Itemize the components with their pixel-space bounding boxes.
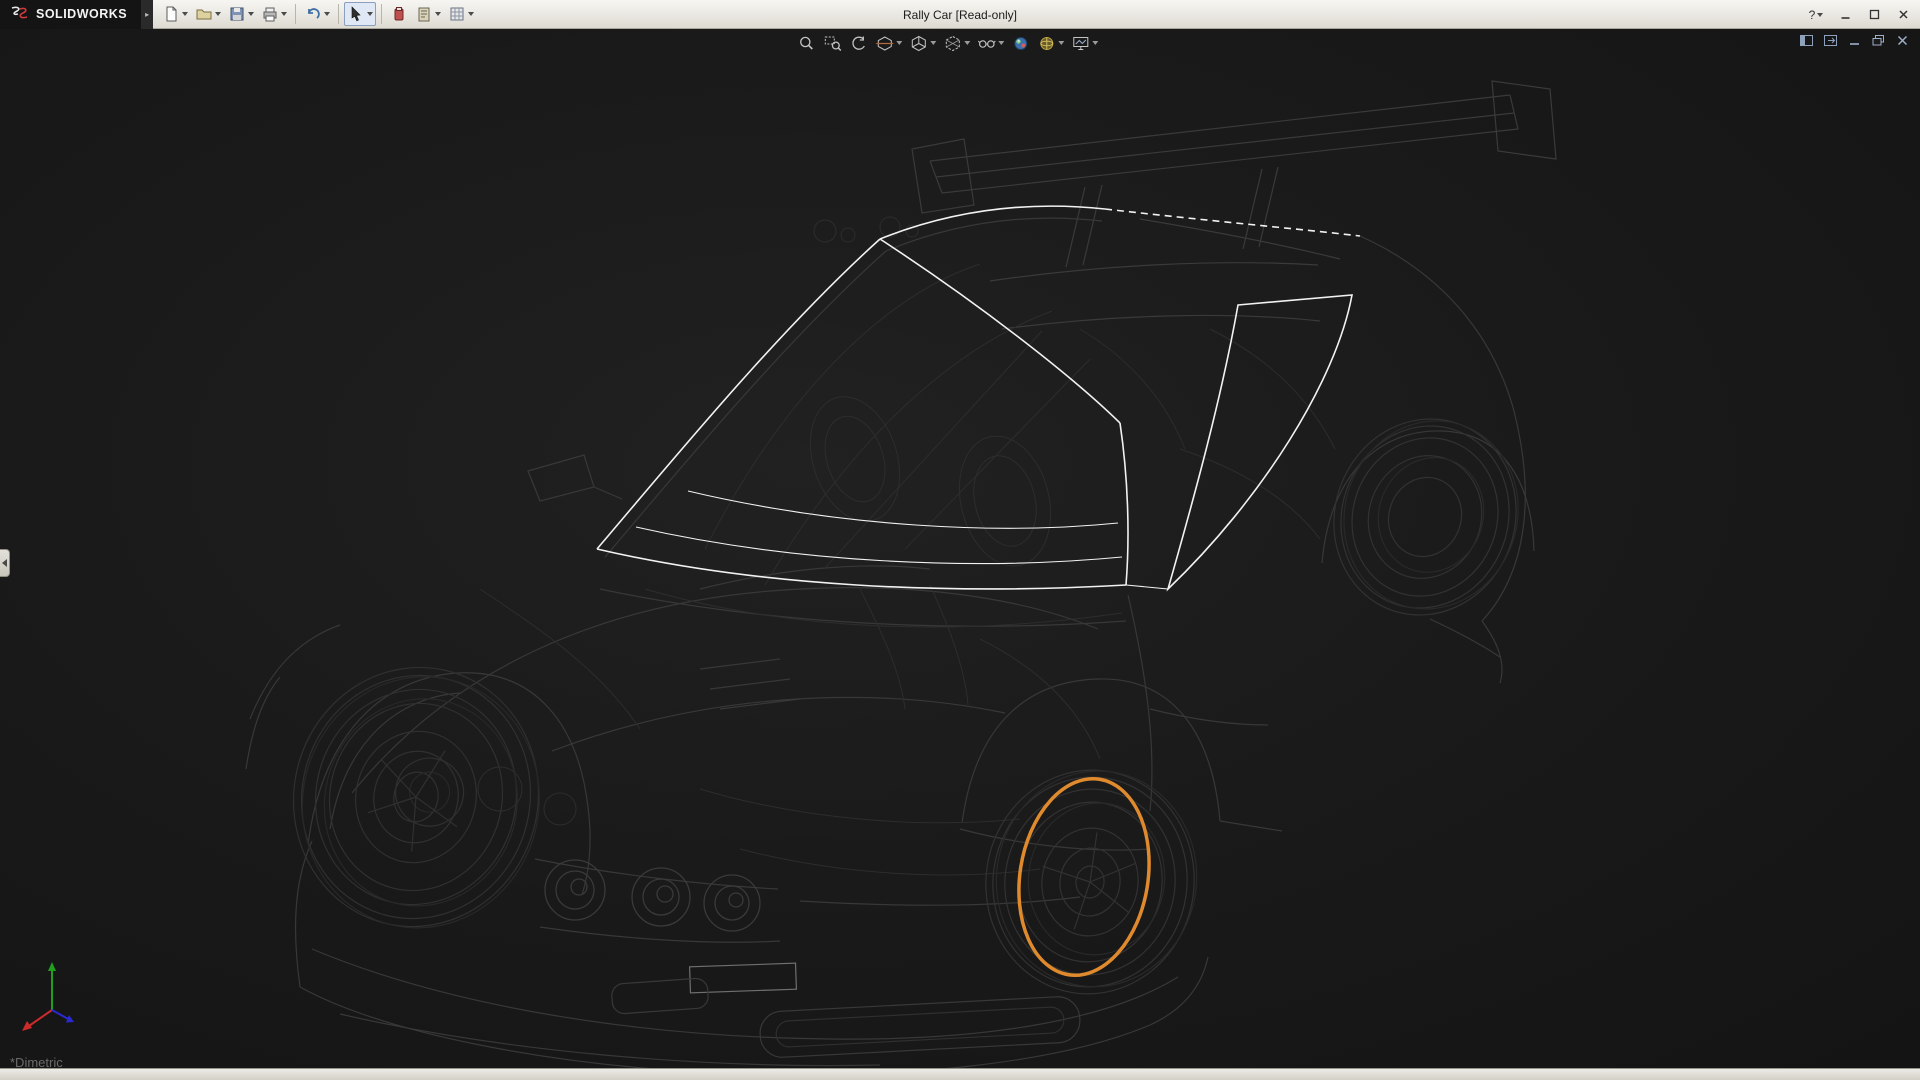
undo-button[interactable]	[301, 2, 333, 26]
toolbar-separator	[381, 4, 382, 24]
show-feature-pane-button[interactable]	[1798, 33, 1814, 47]
highlighted-edges	[597, 206, 1360, 589]
window-controls: ?	[1803, 0, 1916, 29]
print-caret[interactable]	[281, 12, 287, 16]
new-document-icon	[162, 5, 180, 23]
minimize-icon	[1840, 9, 1851, 20]
section-view-button[interactable]	[873, 32, 904, 54]
select-caret[interactable]	[367, 12, 373, 16]
apply-scene-button[interactable]	[1035, 32, 1066, 54]
help-button[interactable]: ?	[1803, 5, 1829, 25]
window-title: Rally Car [Read-only]	[903, 0, 1017, 29]
minimize-document-icon	[1848, 35, 1861, 46]
view-orientation-button[interactable]	[907, 32, 938, 54]
select-cursor-icon	[347, 5, 365, 23]
save-caret[interactable]	[248, 12, 254, 16]
apply-scene-icon	[1037, 35, 1056, 52]
model-viewport[interactable]: *Dimetric	[0, 29, 1920, 1068]
open-folder-icon	[195, 5, 213, 23]
maximize-icon	[1869, 9, 1880, 20]
minimize-button[interactable]	[1832, 5, 1858, 25]
macro-button[interactable]	[387, 2, 411, 26]
undo-icon	[304, 5, 322, 23]
restore-document-button[interactable]	[1870, 33, 1886, 47]
view-settings-button[interactable]	[1069, 32, 1100, 54]
display-style-icon	[943, 35, 962, 52]
rear-wing	[912, 81, 1556, 329]
toolbar-separator	[295, 4, 296, 24]
zoom-to-fit-icon	[797, 35, 816, 52]
view-orientation-caret[interactable]	[930, 41, 936, 45]
macro-icon	[390, 5, 408, 23]
open-caret[interactable]	[215, 12, 221, 16]
zoom-to-area-button[interactable]	[821, 32, 844, 54]
display-style-caret[interactable]	[964, 41, 970, 45]
solidworks-logo-icon	[8, 6, 30, 22]
properties-caret[interactable]	[435, 12, 441, 16]
zoom-to-fit-button[interactable]	[795, 32, 818, 54]
previous-view-icon	[849, 35, 868, 52]
orientation-triad	[16, 954, 88, 1038]
status-bar	[0, 1068, 1920, 1080]
toolbar-separator	[338, 4, 339, 24]
minimize-document-button[interactable]	[1846, 33, 1862, 47]
display-style-button[interactable]	[941, 32, 972, 54]
options-button[interactable]	[445, 2, 477, 26]
hide-show-items-caret[interactable]	[998, 41, 1004, 45]
front-right-wheel	[971, 757, 1210, 1008]
properties-icon	[415, 5, 433, 23]
edit-appearance-icon	[1011, 35, 1030, 52]
document-window-controls	[1798, 33, 1910, 47]
headlights	[545, 860, 760, 931]
undo-caret[interactable]	[324, 12, 330, 16]
rear-right-wheel	[1307, 393, 1545, 641]
zoom-to-area-icon	[823, 35, 842, 52]
hide-show-items-button[interactable]	[975, 32, 1006, 54]
view-orientation-icon	[909, 35, 928, 52]
close-icon	[1898, 9, 1909, 20]
options-grid-icon	[448, 5, 466, 23]
show-feature-pane-icon	[1800, 35, 1813, 46]
print-button[interactable]	[258, 2, 290, 26]
print-icon	[261, 5, 279, 23]
close-document-icon	[1896, 35, 1909, 46]
toolbar-expander[interactable]: ▸	[141, 0, 153, 29]
hide-show-items-icon	[977, 35, 996, 52]
new-document-button[interactable]	[159, 2, 191, 26]
maximize-button[interactable]	[1861, 5, 1887, 25]
close-button[interactable]	[1890, 5, 1916, 25]
new-document-caret[interactable]	[182, 12, 188, 16]
solidworks-logo: SOLIDWORKS	[0, 0, 141, 29]
save-button[interactable]	[225, 2, 257, 26]
apply-scene-caret[interactable]	[1058, 41, 1064, 45]
edit-appearance-button[interactable]	[1009, 32, 1032, 54]
restore-document-icon	[1872, 35, 1885, 46]
help-caret[interactable]	[1817, 13, 1823, 17]
view-settings-caret[interactable]	[1092, 41, 1098, 45]
show-display-pane-icon	[1824, 35, 1837, 46]
wireframe-car-model	[0, 29, 1920, 1068]
main-toolbar: SOLIDWORKS ▸	[0, 0, 1920, 29]
front-left-wheel	[266, 641, 568, 953]
previous-view-button[interactable]	[847, 32, 870, 54]
close-document-button[interactable]	[1894, 33, 1910, 47]
select-button[interactable]	[344, 2, 376, 26]
save-icon	[228, 5, 246, 23]
heads-up-toolbar	[795, 32, 1100, 54]
properties-button[interactable]	[412, 2, 444, 26]
help-label: ?	[1809, 8, 1816, 22]
options-caret[interactable]	[468, 12, 474, 16]
panel-collapse-tab[interactable]	[0, 549, 10, 577]
app-name: SOLIDWORKS	[36, 7, 127, 21]
show-display-pane-button[interactable]	[1822, 33, 1838, 47]
section-view-icon	[875, 35, 894, 52]
view-settings-icon	[1071, 35, 1090, 52]
car-body-lines	[246, 218, 1534, 1068]
section-view-caret[interactable]	[896, 41, 902, 45]
open-button[interactable]	[192, 2, 224, 26]
